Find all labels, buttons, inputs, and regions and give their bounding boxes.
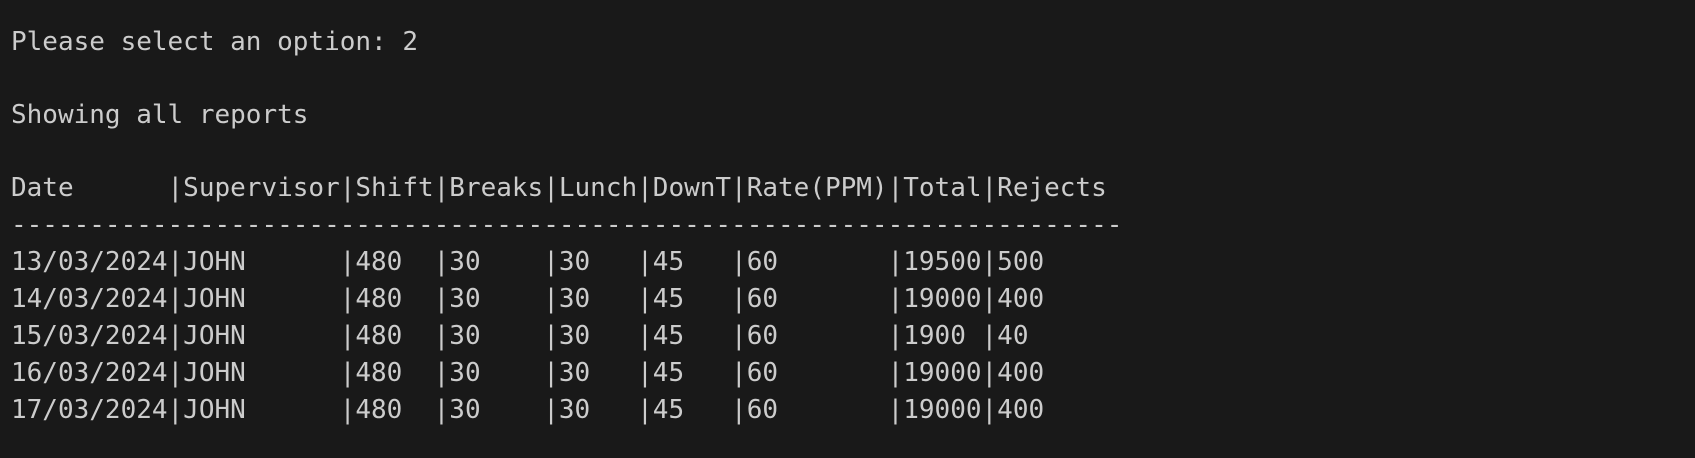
terminal-window[interactable]: Please select an option: 2 Showing all r… [0,0,1695,458]
prompt-line: Please select an option: 2 [11,27,418,57]
table-row: 14/03/2024|JOHN |480 |30 |30 |45 |60 |19… [11,284,1045,314]
table-row: 13/03/2024|JOHN |480 |30 |30 |45 |60 |19… [11,247,1045,277]
table-row: 15/03/2024|JOHN |480 |30 |30 |45 |60 |19… [11,321,1029,351]
table-header: Date |Supervisor|Shift|Breaks|Lunch|Down… [11,173,1107,203]
table-row: 17/03/2024|JOHN |480 |30 |30 |45 |60 |19… [11,395,1045,425]
heading-line: Showing all reports [11,100,309,130]
table-separator: ----------------------------------------… [11,210,1123,240]
table-row: 16/03/2024|JOHN |480 |30 |30 |45 |60 |19… [11,358,1045,388]
